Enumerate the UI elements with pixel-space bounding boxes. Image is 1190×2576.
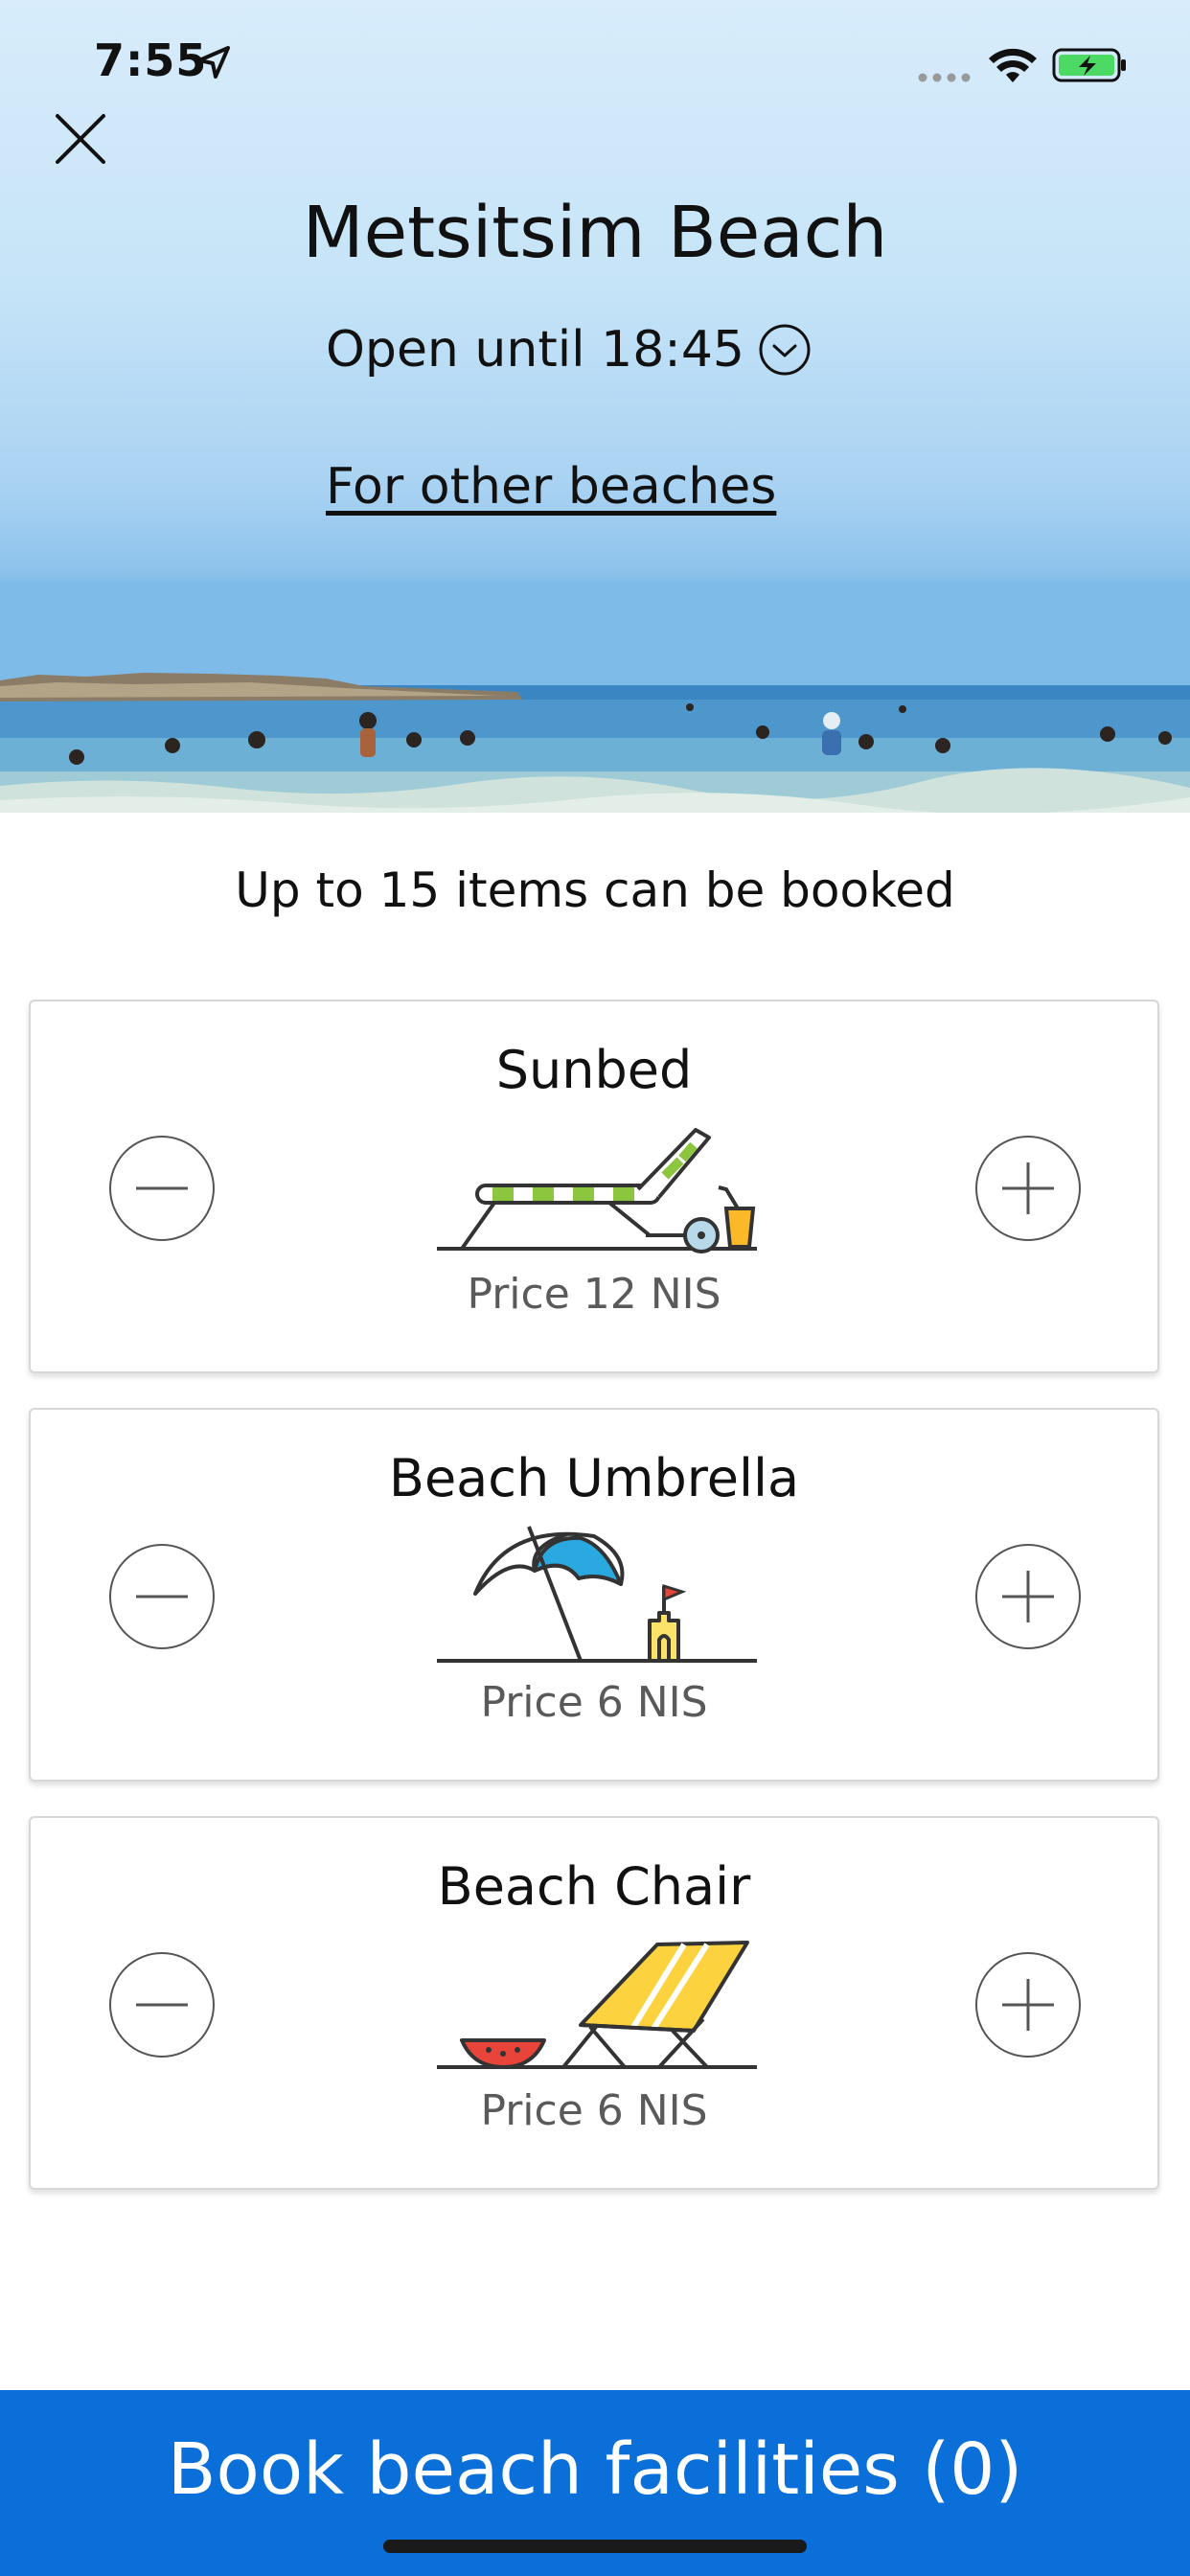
decrease-beach-chair-button[interactable] [109,1952,215,2058]
decrease-umbrella-button[interactable] [109,1544,215,1649]
plus-icon [1002,1571,1054,1622]
opening-hours[interactable]: Open until 18:45 [326,316,812,383]
increase-umbrella-button[interactable] [975,1544,1081,1649]
plus-icon [1002,1979,1054,2031]
opening-hours-text: Open until 18:45 [326,321,744,379]
home-indicator[interactable] [383,2540,807,2553]
item-price: Price 12 NIS [467,1270,721,1319]
booking-limit-text: Up to 15 items can be booked [235,862,955,918]
wifi-icon [989,48,1037,82]
umbrella-icon [437,1526,757,1663]
increase-sunbed-button[interactable] [975,1136,1081,1241]
decrease-sunbed-button[interactable] [109,1136,215,1241]
status-bar: 7:55 [0,0,1190,129]
minus-icon [136,1186,188,1190]
location-arrow-icon [197,46,230,79]
item-price: Price 6 NIS [480,2086,708,2135]
item-card-sunbed: Sunbed Price 12 NIS [29,1000,1159,1373]
item-card-umbrella: Beach Umbrella Price 6 NIS [29,1408,1159,1782]
chevron-circle-down-icon[interactable] [758,323,812,377]
hero-banner: 7:55 Metsitsim Beach Open until 18:45 Fo… [0,0,1190,813]
page-title: Metsitsim Beach [302,192,888,274]
item-name: Beach Umbrella [388,1448,800,1508]
battery-charging-icon [1052,48,1126,82]
increase-beach-chair-button[interactable] [975,1952,1081,2058]
book-facilities-button[interactable]: Book beach facilities (0) [0,2390,1190,2576]
cellular-signal-icon [918,73,971,82]
minus-icon [136,2003,188,2007]
item-card-beach-chair: Beach Chair Price 6 NIS [29,1816,1159,2190]
item-price: Price 6 NIS [480,1678,708,1727]
book-facilities-label: Book beach facilities (0) [167,2428,1023,2511]
item-name: Beach Chair [437,1856,751,1917]
minus-icon [136,1595,188,1598]
status-time: 7:55 [94,34,208,86]
beach-chair-icon [437,1941,757,2069]
plus-icon [1002,1162,1054,1214]
other-beaches-link[interactable]: For other beaches [326,458,776,516]
close-icon[interactable] [52,110,109,168]
item-name: Sunbed [495,1040,693,1100]
sunbed-icon [437,1128,757,1254]
